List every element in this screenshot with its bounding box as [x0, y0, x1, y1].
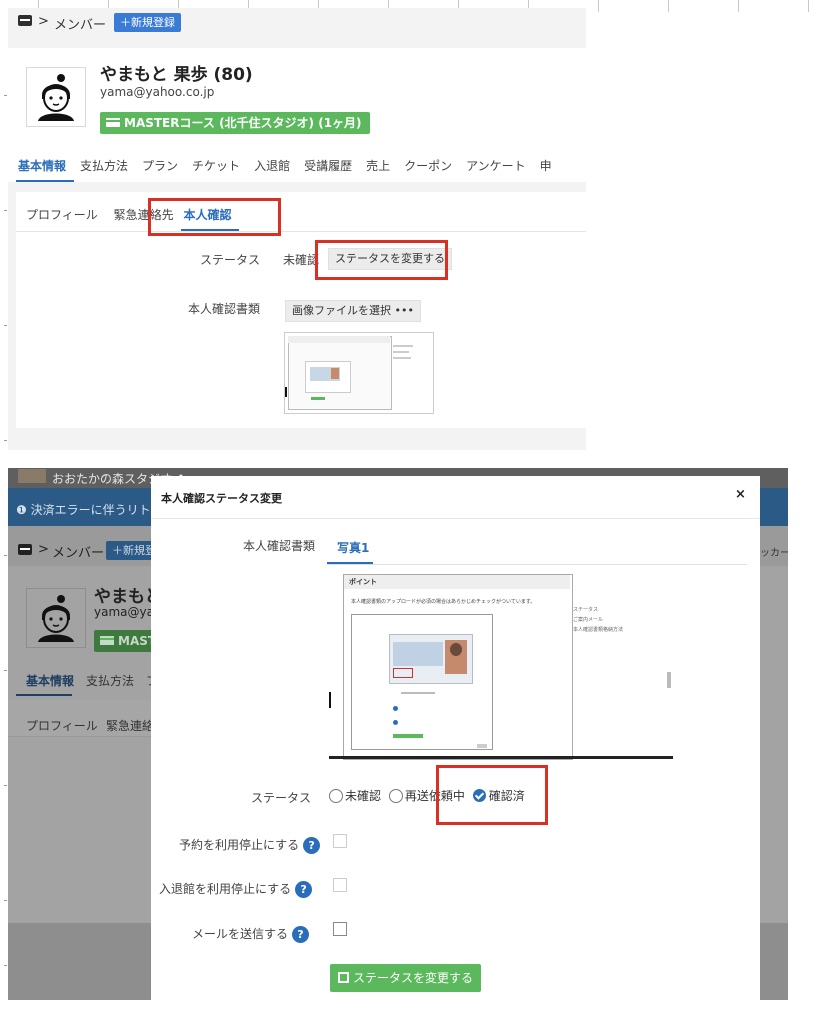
suspend-entry-label: 入退館を利用停止にする — [159, 882, 292, 896]
bg-alert-text: ❶ 決済エラーに伴うリトラ — [16, 503, 163, 517]
document-image[interactable]: ポイント 本人確認書類のアップロードが必須の場合はあらかじめチェックがついていま… — [329, 572, 673, 760]
bg-tab-payment: 支払方法 — [86, 674, 135, 688]
breadcrumb-separator: > — [38, 14, 49, 29]
tab-more[interactable]: 申 — [540, 157, 552, 174]
status-label: ステータス — [200, 253, 261, 267]
member-tabs: 基本情報 支払方法 プラン チケット 入退館 受講履歴 売上 クーポン アンケート申 — [18, 157, 566, 174]
suspend-entry-checkbox[interactable] — [333, 878, 347, 892]
tab-sales[interactable]: 売上 — [366, 157, 390, 174]
course-label: MASTERコース (北千住スタジオ) (1ヶ月) — [124, 116, 362, 130]
person-icon — [38, 74, 74, 121]
tab-photo-1[interactable]: 写真1 — [337, 539, 369, 556]
home-icon[interactable] — [18, 15, 32, 26]
identity-status-modal: 本人確認ステータス変更 × 本人確認書類 写真1 ポイント 本人確認書類のアップ… — [151, 476, 760, 1000]
member-name: やまもと 果歩 (80) — [100, 65, 253, 85]
document-label: 本人確認書類 — [188, 302, 261, 316]
bg-right-crumb: ッカー — [760, 548, 788, 559]
edit-icon — [338, 972, 349, 983]
send-mail-row: メールを送信する? — [179, 925, 309, 943]
document-label: 本人確認書類 — [243, 539, 316, 553]
studio-logo — [18, 469, 46, 483]
highlight-identity-tab — [148, 198, 281, 236]
embedded-bullet: 本人確認書類のアップロードが必須の場合はあらかじめチェックがついています。 — [351, 599, 536, 605]
help-icon[interactable]: ? — [303, 837, 321, 854]
highlight-confirmed-option — [436, 765, 548, 825]
bg-avatar — [26, 588, 86, 648]
tab-ticket[interactable]: チケット — [192, 157, 240, 174]
bg-subtab-profile: プロフィール — [26, 719, 98, 733]
tab-entry-exit[interactable]: 入退館 — [254, 157, 290, 174]
status-value: 未確認 — [283, 253, 320, 267]
radio-unconfirmed[interactable] — [329, 788, 343, 803]
card-icon — [106, 118, 120, 127]
suspend-entry-row: 入退館を利用停止にする? — [159, 880, 313, 898]
suspend-reservation-checkbox[interactable] — [333, 834, 347, 848]
status-label: ステータス — [251, 791, 312, 805]
radio-label-unconfirmed: 未確認 — [345, 789, 382, 803]
submit-status-button[interactable]: ステータスを変更する — [330, 964, 482, 992]
close-icon[interactable]: × — [735, 487, 746, 502]
bg-home-icon — [18, 544, 32, 555]
tab-survey[interactable]: アンケート — [466, 157, 526, 174]
bg-subtab-emergency: 緊急連絡 — [106, 719, 155, 733]
avatar — [26, 67, 86, 127]
suspend-reservation-label: 予約を利用停止にする — [179, 838, 300, 852]
select-image-button[interactable]: 画像ファイルを選択 ••• — [285, 300, 421, 322]
new-registration-button[interactable]: ＋新規登録 — [114, 13, 181, 32]
bg-person-icon — [38, 595, 74, 642]
tab-basic-info[interactable]: 基本情報 — [18, 157, 66, 174]
modal-title: 本人確認ステータス変更 — [161, 492, 282, 505]
send-mail-checkbox[interactable] — [333, 922, 347, 936]
subtab-profile[interactable]: プロフィール — [26, 208, 98, 222]
bg-breadcrumb-members: メンバー — [52, 546, 105, 561]
member-email: yama@yahoo.co.jp — [100, 85, 215, 99]
tab-payment-method[interactable]: 支払方法 — [80, 157, 128, 174]
radio-resend-requested[interactable] — [388, 788, 403, 803]
course-badge: MASTERコース (北千住スタジオ) (1ヶ月) — [100, 112, 370, 134]
document-thumbnail[interactable] — [284, 332, 434, 414]
help-icon[interactable]: ? — [292, 926, 309, 943]
send-mail-label: メールを送信する — [191, 927, 288, 941]
tab-coupon[interactable]: クーポン — [404, 157, 452, 174]
bg-tab-basic: 基本情報 — [26, 674, 75, 688]
embedded-header: ポイント — [349, 578, 377, 586]
member-page-screenshot: > メンバー ＋新規登録 やまもと 果歩 (80) yama@yahoo.co.… — [8, 8, 586, 450]
tab-attendance-history[interactable]: 受講履歴 — [304, 157, 352, 174]
suspend-reservation-row: 予約を利用停止にする? — [179, 836, 321, 854]
submit-status-label: ステータスを変更する — [353, 971, 474, 985]
tab-plan[interactable]: プラン — [142, 157, 178, 174]
highlight-change-status — [315, 240, 448, 280]
breadcrumb-members-link[interactable]: メンバー — [54, 14, 106, 33]
help-icon[interactable]: ? — [295, 881, 313, 898]
